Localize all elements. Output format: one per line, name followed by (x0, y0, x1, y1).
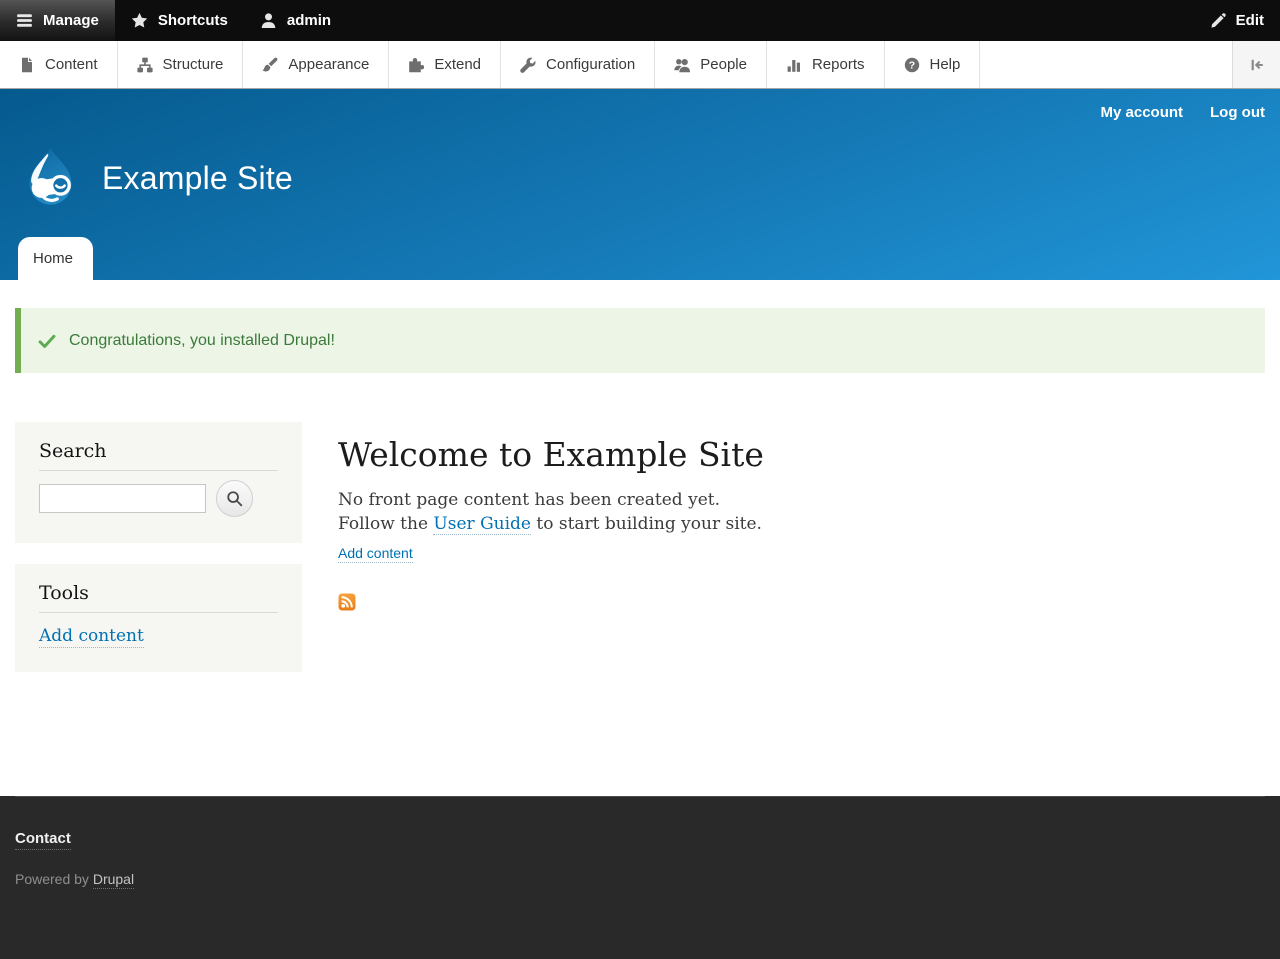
my-account-link[interactable]: My account (1101, 104, 1184, 121)
tray-item-label: Content (45, 56, 98, 73)
edit-button[interactable]: Edit (1194, 0, 1280, 41)
add-content-link[interactable]: Add content (338, 545, 413, 563)
tab-home[interactable]: Home (18, 237, 94, 280)
toolbar-collapse-toggle[interactable] (1232, 41, 1280, 88)
admin-bar-spacer (347, 0, 1194, 41)
help-icon (904, 57, 920, 73)
tray-item-people[interactable]: People (655, 41, 767, 88)
drupal-link[interactable]: Drupal (92, 871, 135, 889)
site-header: My account Log out Example Site Home (0, 89, 1280, 280)
tray-item-label: Extend (434, 56, 482, 73)
puzzle-icon (408, 57, 424, 73)
sitemap-icon (137, 57, 153, 73)
pencil-icon (1210, 13, 1226, 29)
tools-block-title: Tools (39, 582, 278, 613)
secondary-menu: My account Log out (1101, 104, 1266, 121)
search-block-title: Search (39, 440, 278, 471)
primary-tabs: Home (18, 237, 94, 280)
toolbar-tab-label: admin (286, 12, 332, 29)
tray-item-label: Reports (811, 56, 865, 73)
search-block: Search (15, 422, 302, 543)
tray-item-label: Help (929, 56, 961, 73)
powered-by: Powered by Drupal (15, 871, 1265, 889)
main-content: Welcome to Example Site No front page co… (302, 422, 1265, 616)
search-submit-button[interactable] (216, 480, 253, 517)
user-guide-link[interactable]: User Guide (433, 513, 531, 535)
toolbar-tab-label: Manage (43, 12, 99, 29)
logout-link[interactable]: Log out (1210, 104, 1265, 121)
user-guide-prefix: Follow the (338, 513, 434, 534)
tray-item-configuration[interactable]: Configuration (501, 41, 656, 88)
site-footer: Contact Powered by Drupal (0, 796, 1280, 959)
tray-item-reports[interactable]: Reports (767, 41, 885, 88)
tray-item-label: Structure (162, 56, 224, 73)
file-icon (19, 57, 35, 73)
sidebar-add-content-link[interactable]: Add content (39, 626, 144, 648)
site-name[interactable]: Example Site (102, 160, 293, 197)
feed-icons (338, 593, 1265, 616)
edit-button-label: Edit (1235, 12, 1264, 29)
user-icon (260, 12, 277, 29)
bar-chart-icon (786, 57, 802, 73)
search-form (39, 480, 278, 517)
powered-by-prefix: Powered by (15, 871, 93, 887)
footer-menu: Contact (15, 797, 1265, 850)
wrench-icon (520, 57, 536, 73)
toolbar-tab-manage[interactable]: Manage (0, 0, 115, 41)
tray-item-structure[interactable]: Structure (118, 41, 244, 88)
checkmark-icon (38, 332, 56, 350)
collapse-left-icon (1249, 57, 1265, 73)
status-message-text: Congratulations, you installed Drupal! (69, 331, 335, 349)
menu-icon (16, 12, 33, 29)
tray-item-label: People (700, 56, 747, 73)
toolbar-tab-label: Shortcuts (157, 12, 228, 29)
user-guide-suffix: to start building your site. (530, 513, 762, 534)
rss-feed-link[interactable] (338, 593, 356, 616)
toolbar-tab-shortcuts[interactable]: Shortcuts (115, 0, 244, 41)
admin-toolbar: Manage Shortcuts admin Edit (0, 0, 1280, 41)
tray-item-content[interactable]: Content (0, 41, 118, 88)
tray-item-label: Configuration (546, 56, 636, 73)
search-icon (226, 490, 243, 507)
people-icon (674, 57, 690, 73)
sidebar-first: Search Tools Add content (15, 422, 302, 693)
empty-frontpage-text: No front page content has been created y… (338, 488, 1265, 536)
tray-item-extend[interactable]: Extend (389, 41, 502, 88)
page-title: Welcome to Example Site (338, 435, 764, 474)
tray-item-label: Appearance (288, 56, 370, 73)
drupal-logo[interactable] (17, 145, 84, 212)
empty-frontpage-line1: No front page content has been created y… (338, 489, 720, 510)
contact-link[interactable]: Contact (15, 830, 71, 850)
search-input[interactable] (39, 484, 206, 513)
page-layout: Search Tools Add content Welcome to Exam… (15, 422, 1265, 693)
toolbar-tab-admin-user[interactable]: admin (244, 0, 347, 41)
site-branding: Example Site (17, 145, 293, 212)
rss-icon (338, 593, 356, 611)
tray-item-appearance[interactable]: Appearance (243, 41, 390, 88)
tray-item-help[interactable]: Help (885, 41, 981, 88)
tools-block: Tools Add content (15, 564, 302, 672)
star-icon (131, 12, 148, 29)
paintbrush-icon (262, 57, 278, 73)
status-message: Congratulations, you installed Drupal! (15, 308, 1265, 373)
admin-toolbar-tray: Content Structure Appearance Extend Conf… (0, 41, 1280, 89)
